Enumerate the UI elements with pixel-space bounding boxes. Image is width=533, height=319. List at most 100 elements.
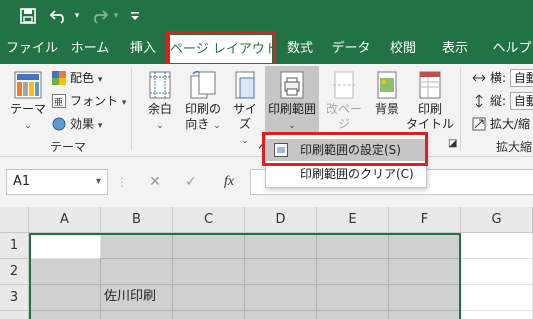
effects-button[interactable]: 効果 ▾	[52, 114, 102, 134]
height-select[interactable]: 自動	[509, 92, 533, 110]
width-label: 横:	[490, 71, 507, 85]
themes-icon	[14, 71, 42, 99]
worksheet-grid: A B C D E F G 1 2 3 佐川印刷	[0, 207, 533, 319]
row-header-3[interactable]: 3	[0, 285, 29, 311]
orientation-button[interactable]: 印刷の 向き ⌄	[180, 70, 226, 134]
clear-print-area-label: 印刷範囲のクリア(C)	[300, 167, 414, 181]
cell-g3[interactable]	[461, 285, 533, 311]
row-header-2[interactable]: 2	[0, 259, 29, 285]
effects-icon	[52, 117, 66, 131]
fonts-button[interactable]: 亜 フォント ▾	[52, 91, 126, 111]
cell-b2[interactable]	[101, 259, 173, 285]
name-box-value: A1	[13, 174, 31, 189]
cell-e3[interactable]	[317, 285, 389, 311]
cell-e2[interactable]	[317, 259, 389, 285]
save-icon[interactable]	[18, 5, 38, 27]
cell-c3[interactable]	[173, 285, 245, 311]
colors-button[interactable]: 配色 ▾	[52, 68, 102, 88]
cell-c2[interactable]	[173, 259, 245, 285]
chevron-down-icon: ⌄	[156, 121, 164, 131]
tab-insert[interactable]: 挿入	[120, 33, 166, 64]
clear-print-area-menu-item[interactable]: 印刷範囲のクリア(C)	[266, 163, 426, 185]
effects-label: 効果	[70, 117, 95, 131]
scale-setting[interactable]: 拡大/縮	[472, 114, 530, 134]
column-header-f[interactable]: F	[389, 207, 461, 233]
cell-b1[interactable]	[101, 233, 173, 259]
cell-a4[interactable]	[29, 311, 101, 319]
chevron-down-icon: ▾	[97, 75, 103, 85]
tab-review[interactable]: 校閲	[380, 33, 426, 64]
undo-icon[interactable]	[48, 5, 70, 27]
cell-c1[interactable]	[173, 233, 245, 259]
cell-g2[interactable]	[461, 259, 533, 285]
column-header-e[interactable]: E	[317, 207, 389, 233]
tab-formulas[interactable]: 数式	[278, 33, 322, 64]
undo-dropdown-icon[interactable]: ▾	[72, 5, 82, 27]
tab-view[interactable]: 表示	[432, 33, 478, 64]
cell-a3[interactable]	[29, 285, 101, 311]
size-icon	[235, 71, 255, 99]
set-print-area-menu-item[interactable]: 印刷範囲の設定(S)	[266, 139, 426, 161]
background-button[interactable]: 背景	[370, 70, 404, 117]
dialog-launcher-icon[interactable]: ◪	[448, 138, 457, 149]
print-area-button[interactable]: 印刷範囲 ⌄	[265, 66, 319, 132]
cancel-icon: ✕	[149, 174, 161, 190]
colors-label: 配色	[70, 71, 95, 85]
column-header-c[interactable]: C	[173, 207, 245, 233]
row-header-4[interactable]	[0, 311, 29, 319]
tab-data[interactable]: データ	[326, 33, 376, 64]
tab-home[interactable]: ホーム	[62, 33, 118, 64]
column-header-g[interactable]: G	[461, 207, 533, 233]
cell-b3[interactable]: 佐川印刷	[101, 285, 173, 311]
cell-e1[interactable]	[317, 233, 389, 259]
cell-a2[interactable]	[29, 259, 101, 285]
cell-g4[interactable]	[461, 311, 533, 319]
chevron-down-icon: ▾	[121, 98, 127, 108]
chevron-down-icon[interactable]: ▾	[96, 170, 101, 194]
height-icon	[475, 94, 483, 108]
cell-d1[interactable]	[245, 233, 317, 259]
row-header-1[interactable]: 1	[0, 233, 29, 259]
cell-g1[interactable]	[461, 233, 533, 259]
width-icon	[472, 74, 486, 82]
column-header-a[interactable]: A	[29, 207, 101, 233]
print-area-icon	[280, 71, 304, 99]
cell-d4[interactable]	[245, 311, 317, 319]
column-header-b[interactable]: B	[101, 207, 173, 233]
orientation-label: 印刷の	[184, 102, 221, 116]
customize-icon[interactable]	[128, 5, 142, 27]
tab-file[interactable]: ファイル	[4, 33, 60, 64]
cell-f1[interactable]	[389, 233, 461, 259]
cell-b4[interactable]	[101, 311, 173, 319]
margins-button[interactable]: 余白 ⌄	[142, 70, 178, 134]
cell-d2[interactable]	[245, 259, 317, 285]
tab-page-layout[interactable]: ページ レイアウト	[170, 35, 278, 64]
cell-c4[interactable]	[173, 311, 245, 319]
column-header-d[interactable]: D	[245, 207, 317, 233]
width-setting[interactable]: 横: 自動	[472, 68, 533, 88]
height-setting[interactable]: 縦: 自動	[472, 91, 533, 111]
print-titles-button[interactable]: 印刷 タイトル	[406, 70, 454, 132]
insert-function-icon[interactable]: fx	[214, 169, 244, 195]
cell-a1[interactable]	[29, 233, 101, 259]
scale-icon	[472, 117, 486, 131]
chevron-down-icon: ⌄	[241, 136, 249, 146]
print-titles-icon	[419, 71, 441, 99]
size-button[interactable]: サイズ ⌄	[228, 70, 262, 149]
width-select[interactable]: 自動	[509, 69, 533, 87]
name-box[interactable]: A1 ▾	[6, 169, 108, 195]
tab-help[interactable]: ヘルプ	[484, 33, 533, 64]
cell-f2[interactable]	[389, 259, 461, 285]
cell-e4[interactable]	[317, 311, 389, 319]
cell-f3[interactable]	[389, 285, 461, 311]
select-all-corner[interactable]	[0, 207, 29, 233]
title-bar: ▾ ▾	[0, 0, 533, 33]
page-break-icon	[333, 71, 355, 99]
themes-button[interactable]: テーマ ⌄	[8, 70, 48, 134]
set-print-area-label: 印刷範囲の設定(S)	[300, 143, 401, 157]
group-divider	[460, 68, 461, 150]
cell-f4[interactable]	[389, 311, 461, 319]
print-titles-label-2: タイトル	[406, 117, 455, 131]
orientation-icon	[190, 71, 216, 99]
cell-d3[interactable]	[245, 285, 317, 311]
